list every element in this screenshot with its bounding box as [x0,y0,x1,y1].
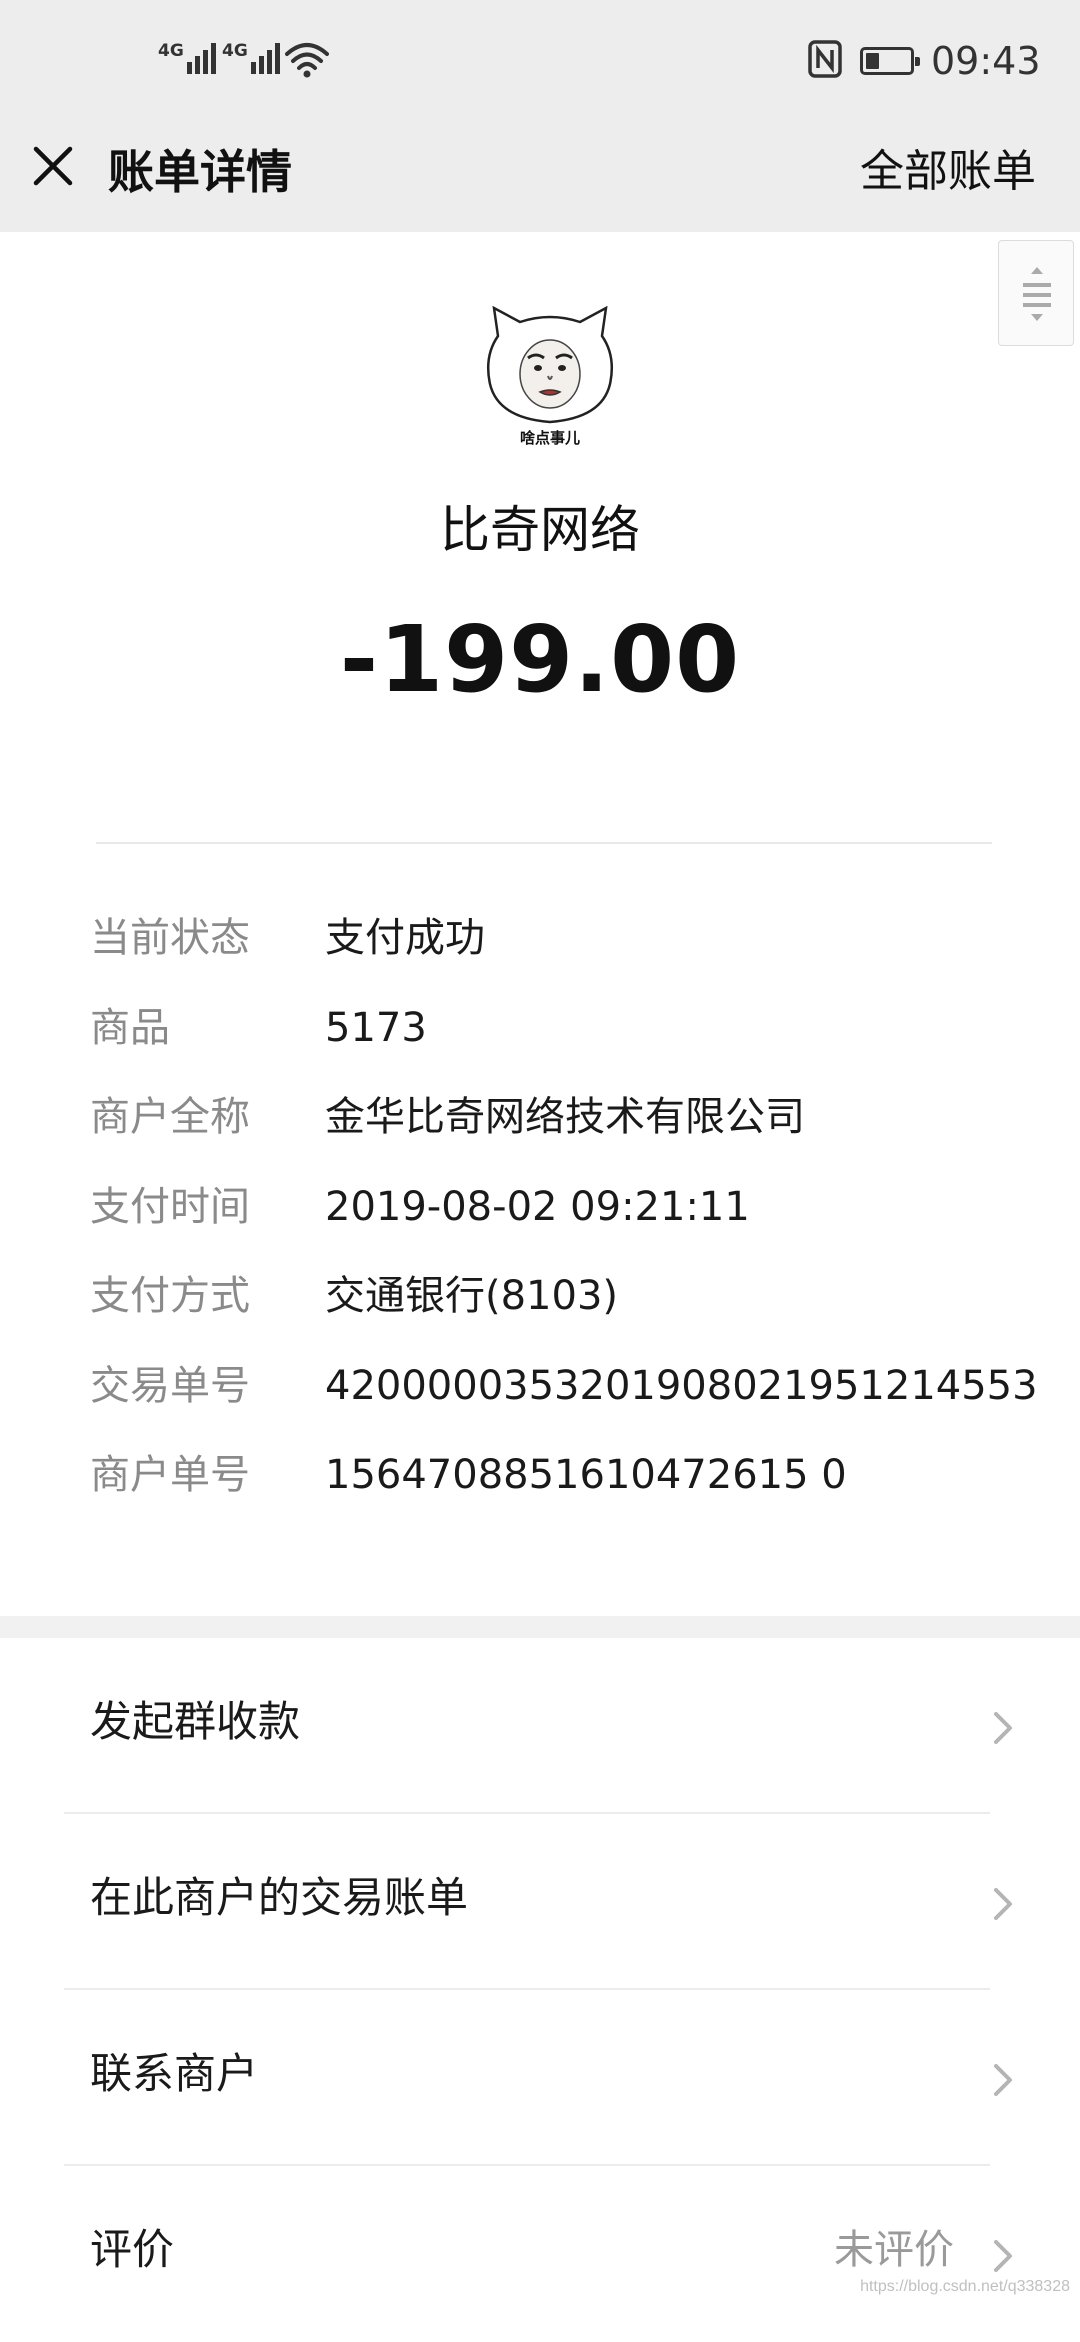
status-bar: 4G 4G 09:43 [0,0,1080,120]
watermark: https://blog.csdn.net/q338328 [860,2278,1070,2295]
wifi-icon [285,43,329,78]
menu-item-label: 在此商户的交易账单 [90,1873,469,1922]
nfc-icon [808,40,842,78]
all-bills-link[interactable]: 全部账单 [860,142,1036,202]
transaction-amount: -199.00 [339,606,741,713]
merchant-avatar: 啥点事儿 [484,305,616,448]
chevron-right-icon [994,1712,1012,1744]
detail-value: 支付成功 [325,915,485,961]
battery-icon [860,47,920,75]
detail-label: 支付方式 [90,1273,250,1319]
merchant-name: 比奇网络 [440,501,640,559]
transaction-details: 当前状态 支付成功 商品 5173 商户全称 金华比奇网络技术有限公司 支付时间… [90,908,1050,1535]
page-title: 账单详情 [108,145,292,199]
menu-item-label: 评价 [90,2225,175,2274]
detail-row-payment-method: 支付方式 交通银行(8103) [90,1266,1050,1356]
detail-row-product: 商品 5173 [90,998,1050,1088]
action-list: 发起群收款 在此商户的交易账单 联系商户 评价 未评价 [0,1638,1080,2342]
cellular-signal-icon: 4G [158,38,216,74]
drag-handle-icon [1023,267,1051,321]
menu-item-group-collection[interactable]: 发起群收款 [0,1638,1080,1814]
detail-label: 交易单号 [90,1362,250,1409]
review-status: 未评价 [834,2227,954,2273]
menu-item-merchant-bills[interactable]: 在此商户的交易账单 [0,1814,1080,1990]
detail-value: 交通银行(8103) [325,1273,619,1319]
network-type-label: 4G [222,41,248,61]
menu-item-contact-merchant[interactable]: 联系商户 [0,1990,1080,2166]
menu-item-label: 联系商户 [90,2049,259,2098]
detail-label: 商户全称 [90,1094,250,1140]
nav-bar: 账单详情 全部账单 [0,120,1080,232]
battery-level [866,53,879,69]
chevron-right-icon [994,1888,1012,1920]
divider [96,842,992,844]
detail-value[interactable]: 1564708851610472615 0 [325,1445,847,1505]
detail-label: 商户单号 [90,1452,250,1498]
menu-item-review[interactable]: 评价 未评价 [0,2166,1080,2342]
floating-menu-handle[interactable] [998,240,1074,346]
menu-item-label: 发起群收款 [90,1697,301,1746]
detail-row-merchant-full-name: 商户全称 金华比奇网络技术有限公司 [90,1087,1050,1177]
detail-row-payment-time: 支付时间 2019-08-02 09:21:11 [90,1177,1050,1267]
avatar-caption: 啥点事儿 [520,429,580,447]
detail-row-merchant-order-id: 商户单号 1564708851610472615 0 [90,1445,1050,1535]
section-separator [0,1616,1080,1638]
detail-value[interactable]: 4200000353201908021951214553 [325,1356,1038,1416]
detail-value: 金华比奇网络技术有限公司 [325,1094,805,1140]
detail-row-transaction-id: 交易单号 4200000353201908021951214553 [90,1356,1050,1446]
detail-label: 当前状态 [90,915,250,961]
chevron-right-icon [994,2064,1012,2096]
detail-row-status: 当前状态 支付成功 [90,908,1050,998]
clock: 09:43 [931,39,1041,83]
close-icon[interactable] [28,141,78,191]
detail-label: 商品 [90,1004,170,1051]
detail-value: 5173 [325,1004,427,1051]
detail-label: 支付时间 [90,1183,250,1230]
detail-value: 2019-08-02 09:21:11 [325,1183,750,1230]
cartoon-face-avatar-icon: 啥点事儿 [487,305,613,447]
cellular-signal-icon: 4G [222,38,280,74]
network-type-label: 4G [158,41,184,61]
chevron-right-icon [994,2240,1012,2272]
